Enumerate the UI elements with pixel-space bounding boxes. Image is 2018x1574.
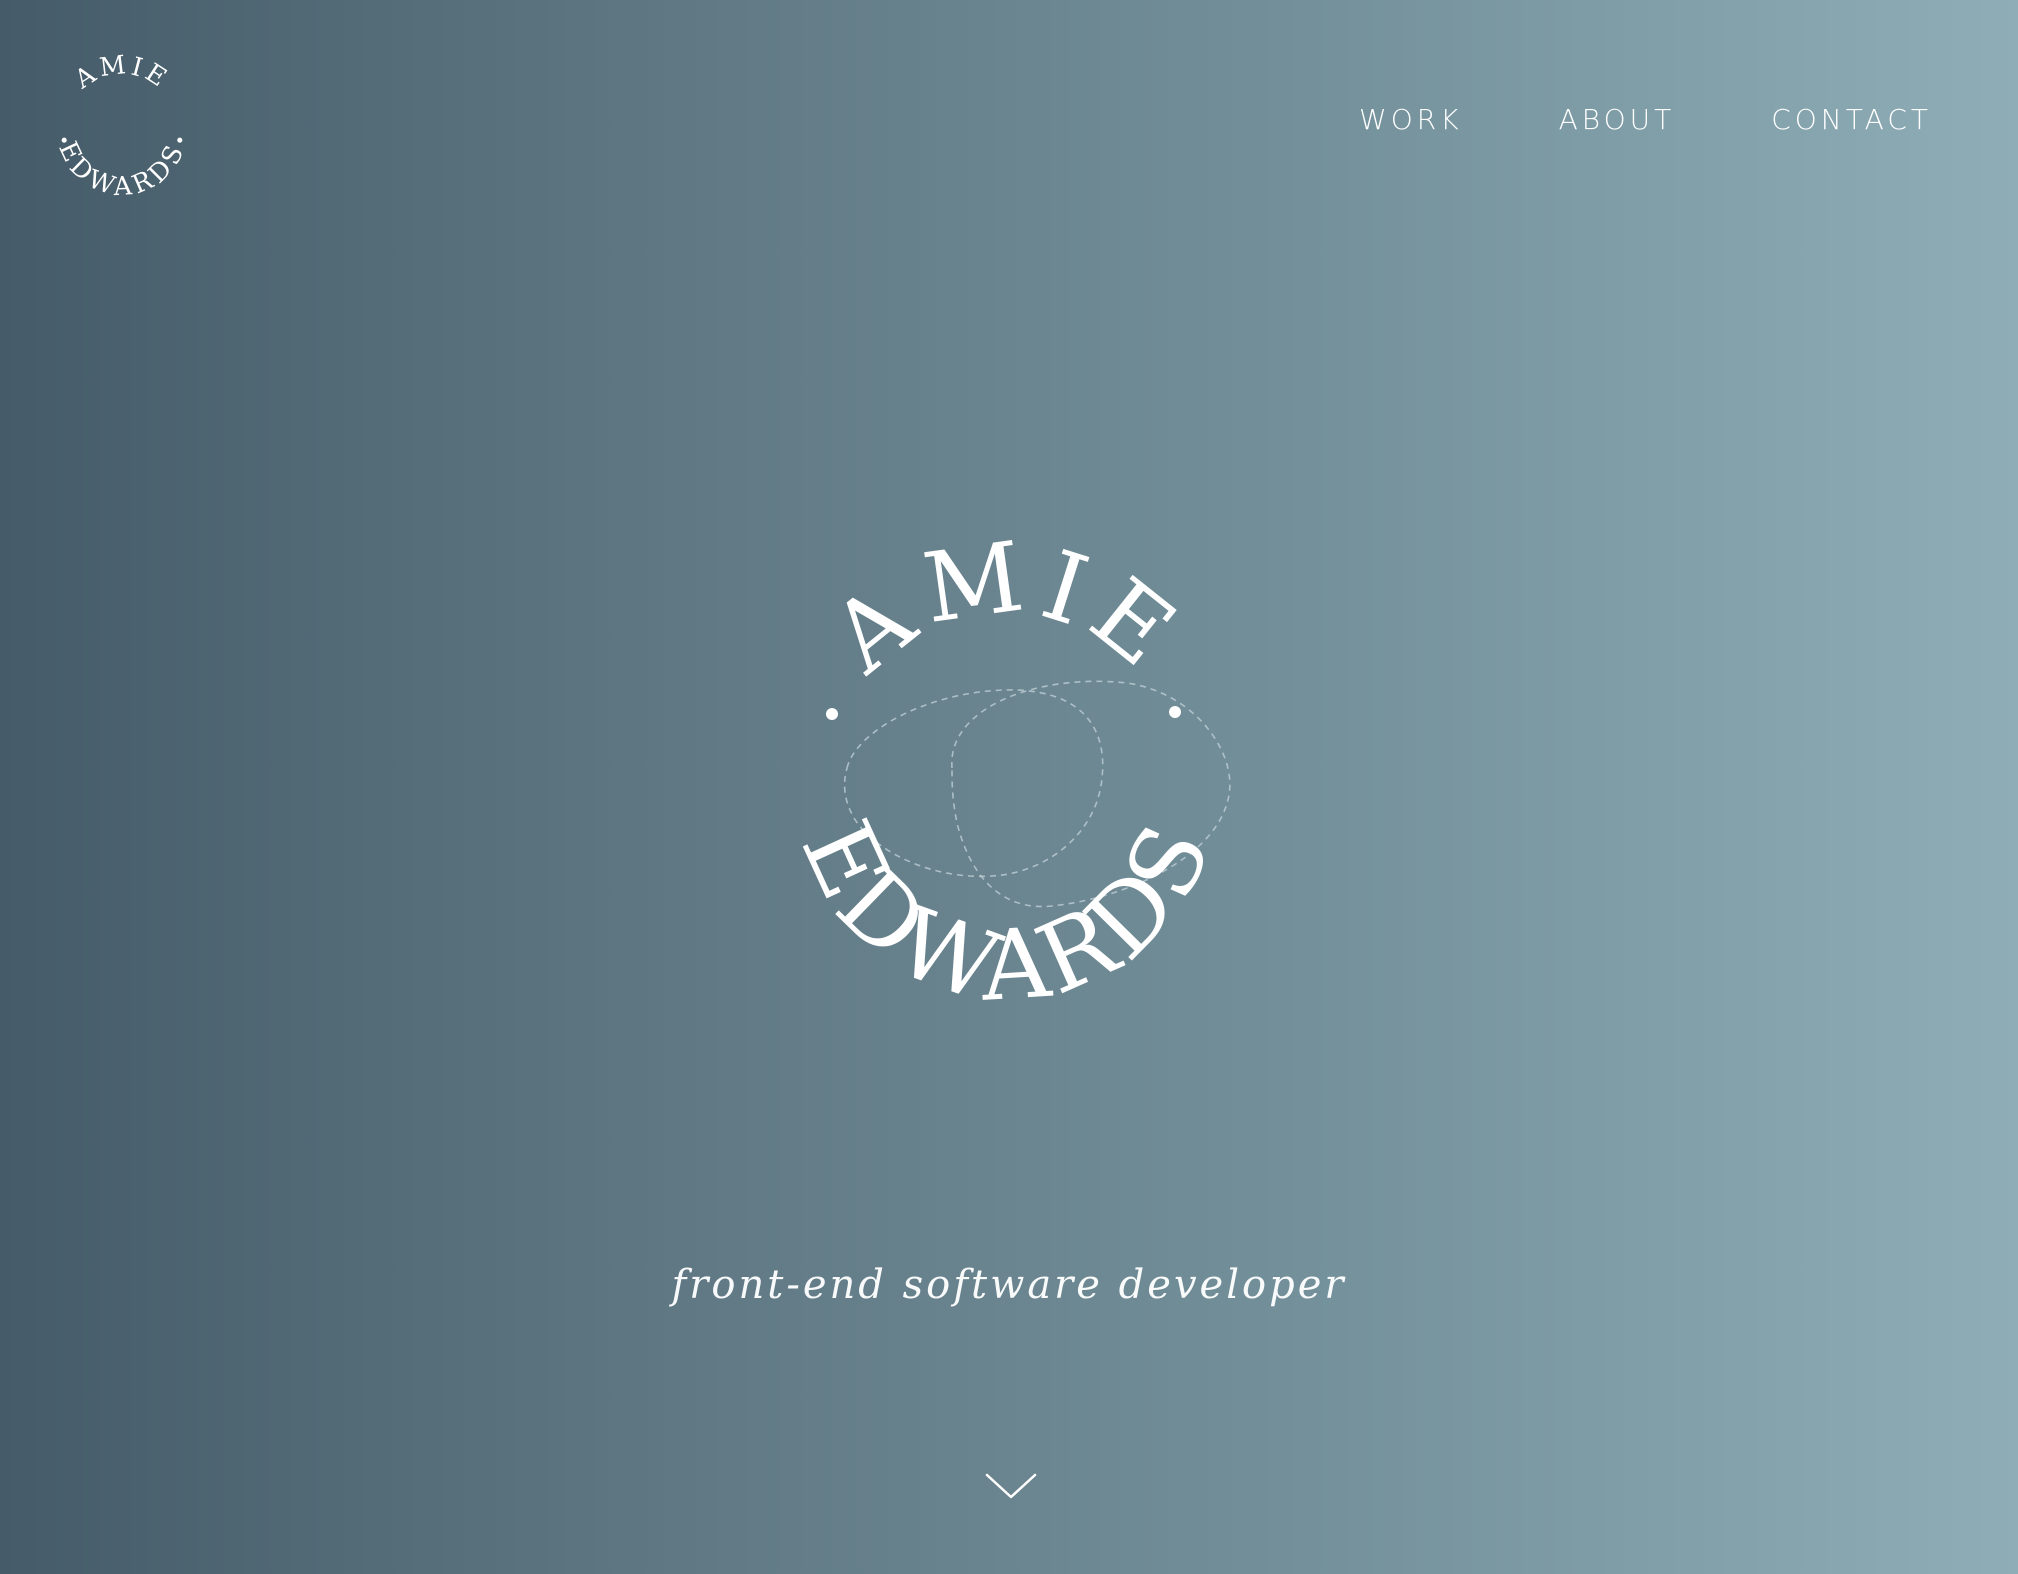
chevron-down-icon[interactable] bbox=[983, 1465, 1039, 1505]
svg-text:AMIE: AMIE bbox=[810, 519, 1203, 695]
corner-logo-bottom-text: EDWARDS bbox=[52, 137, 187, 202]
hero-section: AMIE EDWARDS WORK ABOUT CONTACT AMIE EDW… bbox=[0, 0, 2018, 1574]
hero-logo-bottom-text: EDWARDS bbox=[780, 805, 1230, 1025]
hero-logo: AMIE EDWARDS bbox=[780, 519, 1234, 1025]
corner-logo-top-text: AMIE bbox=[69, 50, 171, 96]
hero-logo-dot-right bbox=[1169, 706, 1181, 718]
corner-logo[interactable]: AMIE EDWARDS bbox=[37, 45, 207, 215]
hero-logo-top-text: AMIE bbox=[810, 519, 1193, 695]
main-nav: WORK ABOUT CONTACT bbox=[1359, 100, 1932, 140]
hero-tagline: front-end software developer bbox=[671, 1262, 1347, 1308]
nav-contact[interactable]: CONTACT bbox=[1771, 100, 1932, 140]
svg-text:EDWARDS: EDWARDS bbox=[52, 137, 191, 202]
corner-logo-dot-left bbox=[61, 137, 67, 143]
svg-text:EDWARDS: EDWARDS bbox=[780, 805, 1234, 1025]
nav-work[interactable]: WORK bbox=[1359, 100, 1463, 140]
hero-logo-dot-left bbox=[826, 708, 838, 720]
svg-text:AMIE: AMIE bbox=[69, 50, 175, 96]
nav-about[interactable]: ABOUT bbox=[1559, 100, 1676, 140]
corner-logo-dot-right bbox=[177, 137, 183, 143]
